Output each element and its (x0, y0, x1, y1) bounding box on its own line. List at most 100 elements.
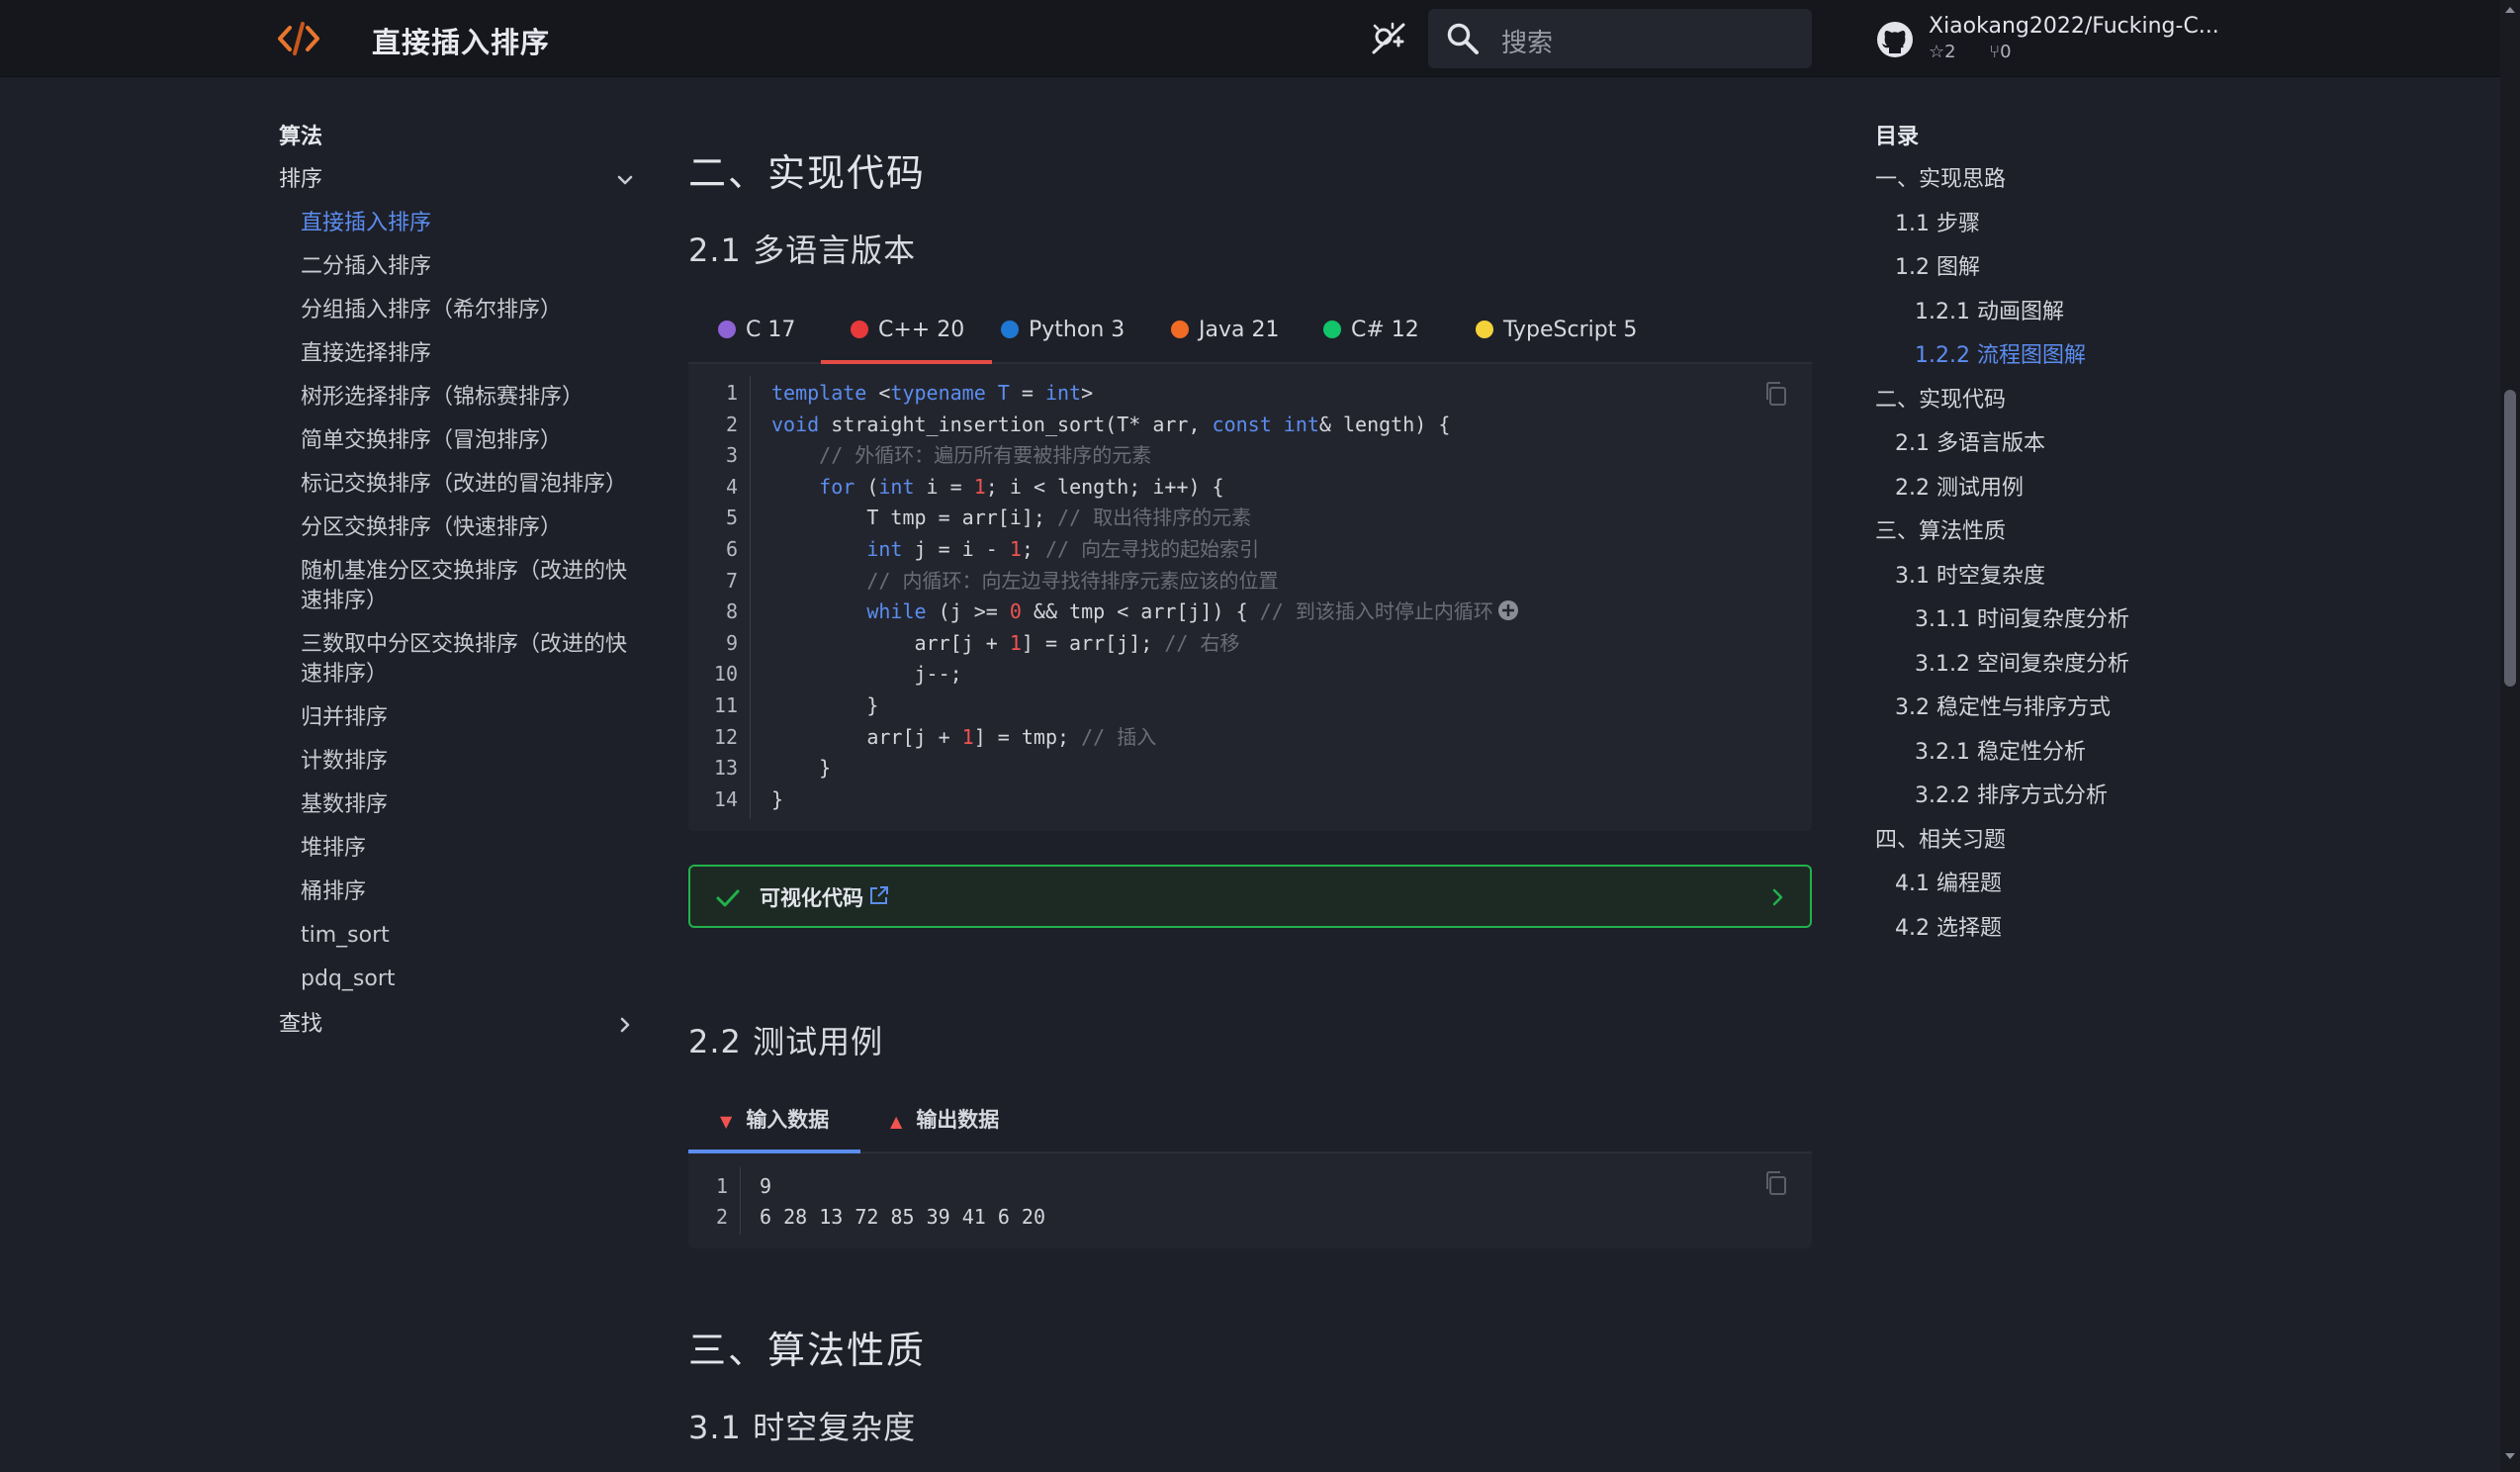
sidebar-item[interactable]: 计数排序 (279, 740, 635, 783)
toc-item[interactable]: 2.2 测试用例 (1875, 467, 2251, 511)
code-token: 1 (1009, 536, 1022, 561)
language-tabs: C 17 C++ 20 Python 3 Java 21 C# 12 TypeScript… (688, 297, 1812, 364)
sidebar-group-search[interactable]: 查找 (279, 1003, 635, 1047)
code-token: T (997, 381, 1010, 405)
tab-language[interactable]: C# 12 (1294, 297, 1447, 364)
tab-language[interactable]: TypeScript 5 (1446, 297, 1665, 364)
sidebar-item[interactable]: 基数排序 (279, 783, 635, 827)
toc-item[interactable]: 1.1 步骤 (1875, 203, 2251, 247)
code-line: 2 void straight_insertion_sort(T* arr, co… (688, 410, 1519, 441)
toc-item[interactable]: 3.2.2 排序方式分析 (1875, 775, 2251, 819)
add-annotation-icon[interactable] (1497, 599, 1519, 621)
sidebar-item[interactable]: 分组插入排序（希尔排序） (279, 289, 635, 332)
code-token: j--; (771, 662, 962, 687)
sidebar-item[interactable]: 三数取中分区交换排序（改进的快速排序） (279, 623, 635, 696)
code-token: arr[j + (771, 724, 962, 749)
sidebar-item[interactable]: 标记交换排序（改进的冒泡排序） (279, 463, 635, 506)
sidebar-item[interactable]: 直接插入排序 (279, 202, 635, 245)
toc-item[interactable]: 1.2 图解 (1875, 246, 2251, 291)
scrollbar[interactable] (2500, 0, 2520, 1472)
search-input[interactable]: 搜索 (1428, 9, 1812, 68)
line-number: 1 (725, 381, 738, 405)
sidebar-item[interactable]: 直接选择排序 (279, 332, 635, 376)
code-logo-icon[interactable] (277, 20, 320, 57)
copy-icon[interactable] (1762, 380, 1790, 408)
heading-algorithm-properties: 三、算法性质 (688, 1329, 927, 1372)
io-block[interactable]: 19 26 28 13 72 85 39 41 6 20 (688, 1153, 1812, 1248)
sidebar-item[interactable]: 归并排序 (279, 696, 635, 740)
repo-stats: ☆2 ⑂0 (1929, 42, 2039, 62)
toc-item[interactable]: 三、算法性质 (1875, 510, 2251, 555)
tab-label: Java 21 (1199, 318, 1280, 342)
code-comment: // 内循环：向左边寻找待排序元素应该的位置 (771, 568, 1279, 593)
tab-language[interactable]: Java 21 (1141, 297, 1306, 364)
toc-item[interactable]: 3.2.1 稳定性分析 (1875, 731, 2251, 776)
scrollbar-thumb[interactable] (2504, 390, 2516, 687)
toc-item[interactable]: 1.2.1 动画图解 (1875, 291, 2251, 335)
scroll-down-icon[interactable] (2504, 1450, 2516, 1462)
sidebar-item[interactable]: pdq_sort (279, 958, 635, 1001)
tab-label: TypeScript 5 (1503, 318, 1638, 342)
code-line: 7 // 内循环：向左边寻找待排序元素应该的位置 (688, 566, 1519, 598)
code-comment: // 外循环：遍历所有要被排序的元素 (771, 443, 1152, 468)
heading-multi-language: 2.1 多语言版本 (688, 231, 917, 269)
code-line: 12 arr[j + 1] = tmp; // 插入 (688, 722, 1519, 754)
sidebar-item[interactable]: 桶排序 (279, 871, 635, 914)
triangle-down-icon: ▼ (720, 1112, 733, 1131)
tab-output[interactable]: ▲ 输出数据 (890, 1090, 999, 1153)
code-token: arr[j + (771, 630, 1010, 655)
search-icon (1447, 23, 1479, 54)
sidebar-item[interactable]: tim_sort (279, 914, 635, 958)
line-number: 12 (713, 724, 738, 749)
visualize-code-label: 可视化代码 (760, 886, 863, 910)
page-title[interactable]: 直接插入排序 (372, 20, 550, 61)
code-block[interactable]: 1 template <typename T = int> 2 void strai… (688, 364, 1812, 831)
toc-item[interactable]: 3.2 稳定性与排序方式 (1875, 687, 2251, 731)
code-token: (j >= (926, 599, 1010, 624)
sidebar-item[interactable]: 堆排序 (279, 827, 635, 871)
io-line: 2 6 28 13 72 85 39 41 6 20 (688, 1202, 1045, 1233)
language-dot-icon (1476, 321, 1493, 338)
sidebar-item[interactable]: 分区交换排序（快速排序） (279, 506, 635, 550)
github-icon (1877, 22, 1913, 57)
copy-icon[interactable] (1762, 1169, 1790, 1197)
sidebar-item[interactable]: 随机基准分区交换排序（改进的快速排序） (279, 550, 635, 623)
code-token: 1 (1009, 630, 1022, 655)
sidebar-item[interactable]: 树形选择排序（锦标赛排序） (279, 376, 635, 419)
io-text: 6 28 13 72 85 39 41 6 20 (760, 1205, 1045, 1229)
search-placeholder: 搜索 (1501, 29, 1554, 58)
visualize-code-button[interactable]: 可视化代码 (688, 865, 1812, 928)
theme-toggle-icon[interactable] (1369, 20, 1408, 59)
sidebar-item[interactable]: 二分插入排序 (279, 245, 635, 289)
tab-input[interactable]: ▼ 输入数据 (688, 1090, 860, 1153)
code-line: 13 } (688, 753, 1519, 784)
sidebar-group-sort[interactable]: 排序 (279, 158, 635, 202)
toc-item[interactable]: 3.1 时空复杂度 (1875, 555, 2251, 599)
toc-item[interactable]: 4.2 选择题 (1875, 907, 2251, 952)
toc-item[interactable]: 3.1.2 空间复杂度分析 (1875, 643, 2251, 688)
tab-language[interactable]: Python 3 (971, 297, 1152, 364)
line-number: 14 (713, 786, 738, 811)
line-number: 1 (715, 1174, 728, 1198)
tab-language[interactable]: C++ 20 (821, 297, 993, 364)
toc-item[interactable]: 3.1.1 时间复杂度分析 (1875, 598, 2251, 643)
tab-language[interactable]: C 17 (688, 297, 823, 364)
code-token: void (771, 412, 820, 436)
toc-item[interactable]: 四、相关习题 (1875, 819, 2251, 864)
code-token: template (771, 381, 867, 405)
scroll-up-icon[interactable] (2504, 4, 2516, 16)
toc-item[interactable]: 二、实现代码 (1875, 379, 2251, 423)
toc-item[interactable]: 4.1 编程题 (1875, 863, 2251, 907)
code-token: ] = arr[j]; (1021, 630, 1165, 655)
toc-item[interactable]: 一、实现思路 (1875, 158, 2251, 203)
toc-item[interactable]: 1.2.2 流程图图解 (1875, 334, 2251, 379)
code-token: ] = tmp; (973, 724, 1082, 749)
tab-label: C# 12 (1351, 318, 1419, 342)
code-line: 14} (688, 784, 1519, 816)
code-token: straight_insertion_sort(T* arr, (819, 412, 1213, 436)
chevron-right-icon (1772, 888, 1783, 906)
sidebar-item[interactable]: 简单交换排序（冒泡排序） (279, 419, 635, 463)
code-token: 0 (1009, 599, 1022, 624)
toc-item[interactable]: 2.1 多语言版本 (1875, 422, 2251, 467)
code-token: while (866, 599, 927, 624)
